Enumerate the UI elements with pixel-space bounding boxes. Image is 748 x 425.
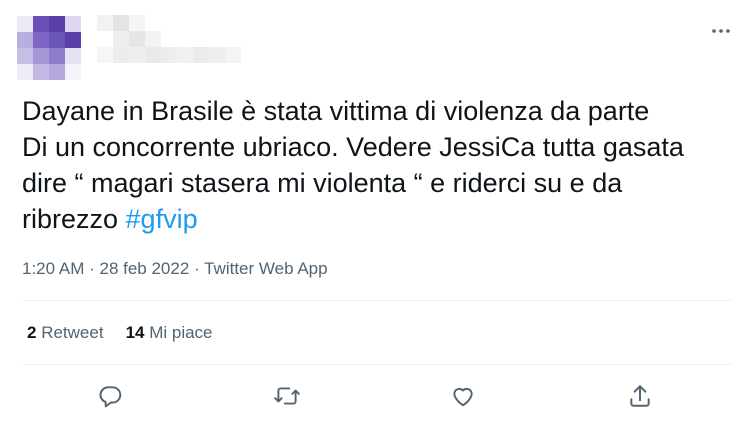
- retweet-button[interactable]: [272, 381, 302, 411]
- avatar-pixel: [65, 16, 81, 32]
- tweet-source[interactable]: Twitter Web App: [204, 259, 327, 278]
- avatar-pixel: [33, 48, 49, 64]
- avatar-pixel: [49, 32, 65, 48]
- more-options-button[interactable]: [710, 20, 732, 42]
- name-pixel: [177, 15, 193, 31]
- likes-stat[interactable]: 14 Mi piace: [126, 321, 213, 345]
- reply-button[interactable]: [95, 381, 125, 411]
- reply-bubble-icon: [99, 386, 122, 408]
- avatar-pixel: [17, 16, 33, 32]
- avatar-pixel: [33, 64, 49, 80]
- avatar-pixel: [17, 32, 33, 48]
- avatar-pixel: [17, 64, 33, 80]
- name-pixel: [225, 15, 241, 31]
- divider: [22, 300, 732, 301]
- name-pixel: [161, 47, 177, 63]
- action-bar: [0, 381, 748, 411]
- name-pixel: [97, 15, 113, 31]
- avatar-pixel: [65, 32, 81, 48]
- name-pixel: [113, 15, 129, 31]
- name-pixel: [177, 31, 193, 47]
- tweet-time[interactable]: 1:20 AM: [22, 259, 84, 278]
- name-pixel: [129, 15, 145, 31]
- user-name-obscured[interactable]: [97, 15, 242, 65]
- hashtag-link[interactable]: #gfvip: [126, 204, 198, 234]
- tweet-stats: 2 Retweet 14 Mi piace: [27, 321, 235, 345]
- name-pixel: [97, 31, 113, 47]
- name-pixel: [113, 47, 129, 63]
- avatar-pixel: [17, 48, 33, 64]
- name-pixel: [225, 31, 241, 47]
- share-upload-icon: [630, 385, 650, 407]
- retweets-stat[interactable]: 2 Retweet: [27, 321, 104, 345]
- name-pixel: [209, 15, 225, 31]
- name-pixel: [193, 31, 209, 47]
- likes-label: Mi piace: [144, 323, 213, 342]
- avatar-pixel: [49, 48, 65, 64]
- name-pixel: [209, 47, 225, 63]
- name-pixel: [209, 31, 225, 47]
- name-pixel: [225, 47, 241, 63]
- tweet-meta: 1:20 AM · 28 feb 2022 · Twitter Web App: [22, 257, 328, 281]
- avatar-pixel: [49, 64, 65, 80]
- name-pixel: [145, 31, 161, 47]
- name-pixel: [145, 47, 161, 63]
- more-horizontal-icon: [712, 29, 730, 33]
- divider: [22, 364, 732, 365]
- avatar-pixel: [33, 16, 49, 32]
- name-pixel: [193, 47, 209, 63]
- name-pixel: [161, 15, 177, 31]
- meta-separator: ·: [189, 259, 205, 278]
- avatar[interactable]: [17, 16, 81, 80]
- heart-icon: [453, 388, 473, 407]
- name-pixel: [97, 47, 113, 63]
- likes-count: 14: [125, 323, 145, 342]
- avatar-pixel: [65, 64, 81, 80]
- tweet-body: Dayane in Brasile è stata vittima di vio…: [22, 96, 684, 234]
- retweets-label: Retweet: [36, 323, 104, 342]
- avatar-pixel: [65, 48, 81, 64]
- avatar-pixel: [33, 32, 49, 48]
- name-pixel: [177, 47, 193, 63]
- name-pixel: [161, 31, 177, 47]
- share-button[interactable]: [625, 381, 655, 411]
- tweet-text: Dayane in Brasile è stata vittima di vio…: [22, 93, 732, 237]
- like-button[interactable]: [448, 381, 478, 411]
- name-pixel: [129, 31, 145, 47]
- name-pixel: [113, 31, 129, 47]
- name-pixel: [193, 15, 209, 31]
- name-pixel: [129, 47, 145, 63]
- avatar-pixel: [49, 16, 65, 32]
- retweet-arrows-icon: [274, 387, 300, 405]
- meta-separator: ·: [84, 259, 100, 278]
- name-pixel: [145, 15, 161, 31]
- tweet-date[interactable]: 28 feb 2022: [99, 259, 189, 278]
